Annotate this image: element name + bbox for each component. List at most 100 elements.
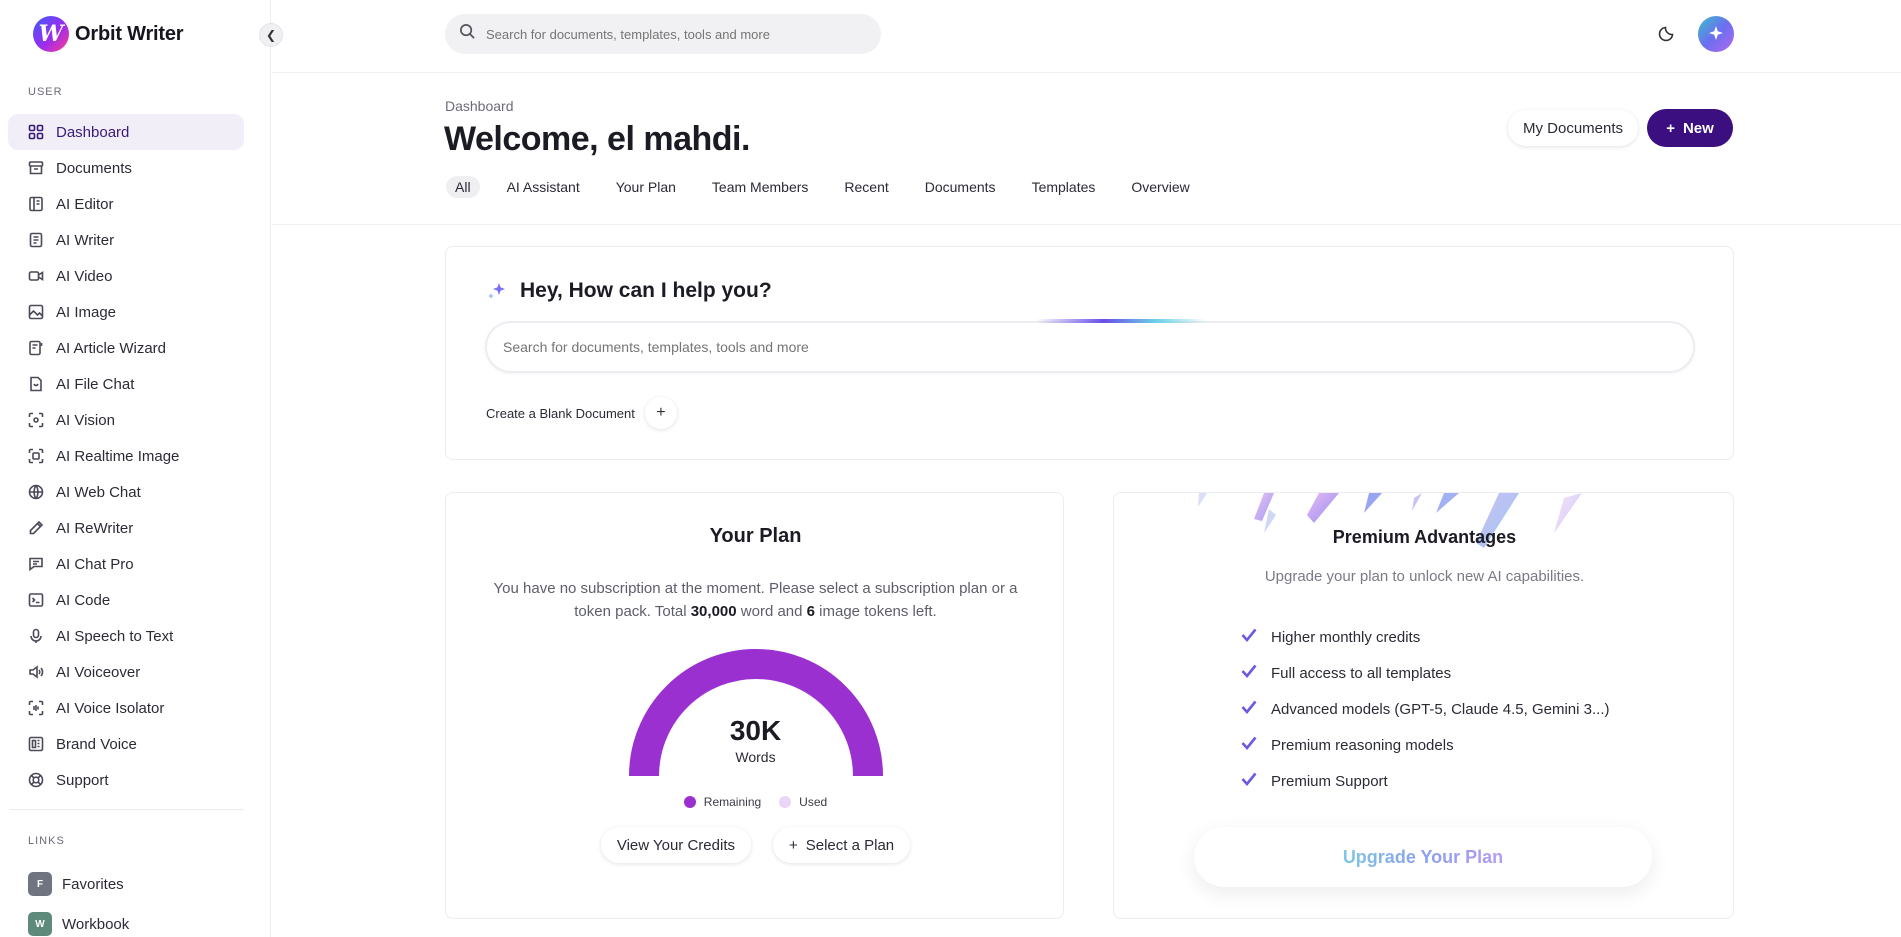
tab-your-plan[interactable]: Your Plan [607,176,685,198]
tab-templates[interactable]: Templates [1023,176,1105,198]
sidebar-item-ai-image[interactable]: AI Image [8,294,244,330]
sidebar-item-ai-vision[interactable]: AI Vision [8,402,244,438]
sidebar-item-brand-voice[interactable]: Brand Voice [8,726,244,762]
sidebar-item-ai-voiceover[interactable]: AI Voiceover [8,654,244,690]
sidebar-item-dashboard[interactable]: Dashboard [8,114,244,150]
plus-icon: + [1666,119,1675,137]
legend-remaining: Remaining [683,795,761,809]
check-icon [1241,772,1257,790]
sparkle-icon [1709,26,1723,40]
tab-recent[interactable]: Recent [835,176,897,198]
search-icon [459,23,476,45]
tab-documents[interactable]: Documents [916,176,1005,198]
video-icon [28,268,44,284]
sidebar-item-ai-speech-to-text[interactable]: AI Speech to Text [8,618,244,654]
sidebar-item-documents[interactable]: Documents [8,150,244,186]
app-logo[interactable]: W Orbit Writer [33,16,184,52]
archive-icon [28,160,44,176]
top-search-input[interactable] [486,26,866,42]
list-item: Full access to all templates [1241,655,1610,691]
create-blank-document-label: Create a Blank Document [486,405,635,421]
feature-label: Advanced models (GPT-5, Claude 4.5, Gemi… [1271,700,1610,718]
sidebar-item-ai-file-chat[interactable]: AI File Chat [8,366,244,402]
premium-card: Premium Advantages Upgrade your plan to … [1113,492,1734,919]
legend-used: Used [779,795,827,809]
premium-title: Premium Advantages [1332,527,1517,547]
tab-all[interactable]: All [446,176,480,198]
sidebar: W Orbit Writer USER Dashboard Documents … [0,0,271,937]
assistant-card: Hey, How can I help you? Create a Blank … [445,246,1734,460]
select-plan-button[interactable]: + Select a Plan [772,827,911,863]
sidebar-item-ai-rewriter[interactable]: AI ReWriter [8,510,244,546]
list-item: Premium reasoning models [1241,727,1610,763]
avatar[interactable] [1698,16,1734,52]
scan-eye-icon [28,412,44,428]
assistant-search-input[interactable] [503,339,1653,355]
sidebar-item-ai-article-wizard[interactable]: AI Article Wizard [8,330,244,366]
sparkles-icon [488,283,505,299]
sidebar-item-ai-web-chat[interactable]: AI Web Chat [8,474,244,510]
tab-team-members[interactable]: Team Members [703,176,817,198]
tab-overview[interactable]: Overview [1122,176,1198,198]
sidebar-nav: Dashboard Documents AI Editor AI Writer … [8,114,244,798]
gauge-unit: Words [735,749,776,765]
sidebar-item-ai-realtime-image[interactable]: AI Realtime Image [8,438,244,474]
feature-list: Higher monthly credits Full access to al… [1241,619,1610,799]
dark-mode-toggle[interactable] [1658,24,1678,44]
sidebar-item-label: AI Voice Isolator [56,699,165,717]
legend-dot [779,796,792,808]
list-item: Premium Support [1241,763,1610,799]
plus-icon: + [788,836,798,854]
chevron-left-icon: ❮ [265,28,277,42]
check-icon [1241,628,1257,646]
speaker-icon [28,664,44,680]
create-blank-document[interactable]: Create a Blank Document + [486,397,677,429]
my-documents-button[interactable]: My Documents [1508,110,1638,146]
sidebar-item-label: AI Article Wizard [56,339,167,357]
assistant-search[interactable] [485,321,1695,373]
plus-icon[interactable]: + [644,397,677,429]
assistant-heading: Hey, How can I help you? [486,279,772,303]
app-name: Orbit Writer [75,22,184,45]
article-icon [28,340,44,356]
moon-icon [1658,26,1676,46]
section-label-links: LINKS [28,835,65,847]
list-item: Advanced models (GPT-5, Claude 4.5, Gemi… [1241,691,1610,727]
sidebar-item-support[interactable]: Support [8,762,244,798]
feature-label: Premium Support [1271,772,1388,790]
view-credits-button[interactable]: View Your Credits [600,827,751,863]
sidebar-item-label: AI Chat Pro [56,555,134,573]
sidebar-item-ai-voice-isolator[interactable]: AI Voice Isolator [8,690,244,726]
search-glow-accent [1036,319,1206,323]
logo-mark: W [33,16,69,52]
link-label: Workbook [62,915,130,933]
upgrade-plan-button[interactable]: Upgrade Your Plan [1194,827,1652,887]
sidebar-item-label: AI File Chat [56,375,135,393]
sidebar-link-workbook[interactable]: W Workbook [28,912,129,936]
sidebar-item-label: AI Editor [56,195,114,213]
plan-description: You have no subscription at the moment. … [486,577,1025,623]
tab-ai-assistant[interactable]: AI Assistant [498,176,589,198]
image-icon [28,304,44,320]
globe-icon [28,484,44,500]
sidebar-item-ai-writer[interactable]: AI Writer [8,222,244,258]
gauge-legend: Remaining Used [446,795,1065,809]
check-icon [1241,700,1257,718]
sidebar-item-ai-chat-pro[interactable]: AI Chat Pro [8,546,244,582]
sidebar-link-favorites[interactable]: F Favorites [28,872,124,896]
legend-label: Used [799,795,828,809]
sidebar-item-label: AI Code [56,591,111,609]
grid-icon [28,124,44,140]
sidebar-item-ai-code[interactable]: AI Code [8,582,244,618]
link-label: Favorites [62,875,124,893]
collapse-sidebar-button[interactable]: ❮ [259,23,283,47]
microphone-icon [28,628,44,644]
terminal-icon [28,592,44,608]
new-button[interactable]: + New [1647,109,1733,147]
editor-icon [28,196,44,212]
sidebar-item-ai-editor[interactable]: AI Editor [8,186,244,222]
feature-label: Full access to all templates [1271,664,1452,682]
top-search[interactable] [445,14,881,54]
sidebar-item-ai-video[interactable]: AI Video [8,258,244,294]
chat-icon [28,556,44,572]
